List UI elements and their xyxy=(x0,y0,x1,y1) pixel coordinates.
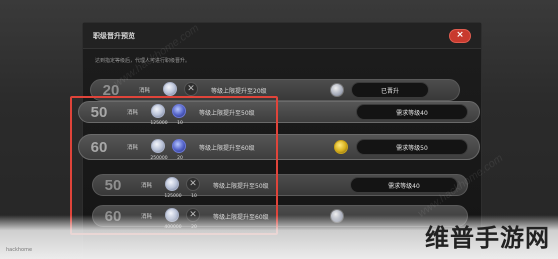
cost-label: 消耗 xyxy=(139,88,151,94)
level-cap-desc: 等级上限提升至20级 xyxy=(211,87,267,95)
panel-header: 职级晋升预览 × xyxy=(83,23,481,49)
panel-title: 职级晋升预览 xyxy=(93,31,135,40)
close-button[interactable]: × xyxy=(449,28,471,43)
footer-mark: hackhome xyxy=(6,247,33,253)
require-level-button[interactable]: 需求等级50 xyxy=(356,139,468,155)
reward-icon xyxy=(330,83,344,97)
require-level-button[interactable]: 需求等级40 xyxy=(356,104,468,120)
sword-icon: ✕ xyxy=(184,82,198,96)
gold-reward-icon xyxy=(334,140,348,154)
coin-icon xyxy=(163,82,177,96)
promoted-button[interactable]: 已晋升 xyxy=(351,82,429,98)
site-logo: 维普手游网 xyxy=(425,224,550,252)
